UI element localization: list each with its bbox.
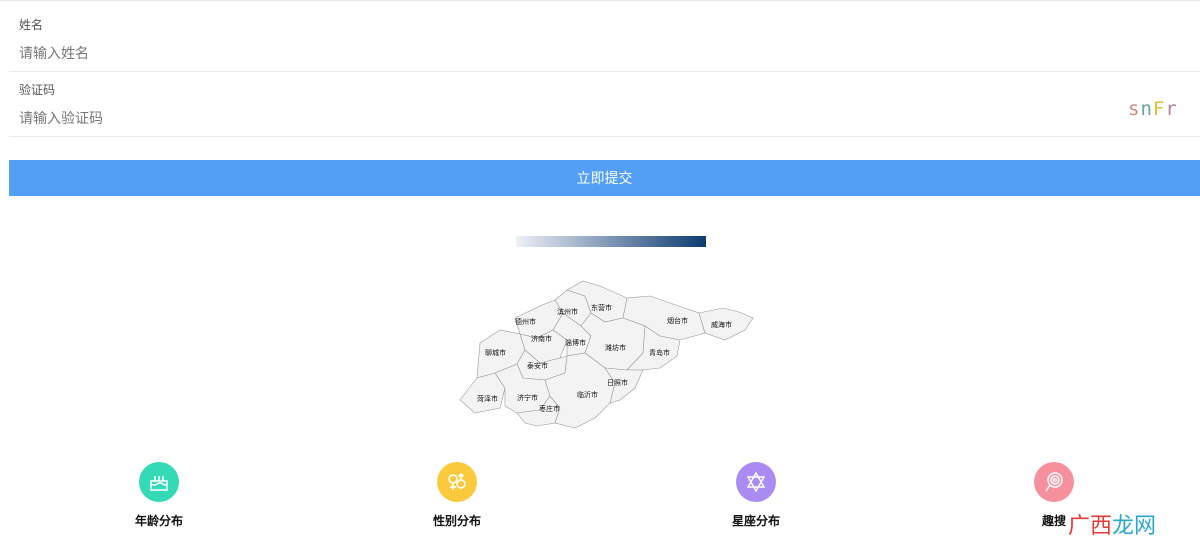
map-label-zibo: 淄博市	[565, 338, 586, 347]
captcha-image[interactable]: snFr	[1128, 98, 1178, 120]
map-label-dongying: 东营市	[591, 303, 612, 312]
stat-icon-bg	[139, 462, 179, 502]
map-region-heze[interactable]	[459, 372, 506, 414]
watermark-part2: 龙网	[1112, 513, 1157, 538]
birthday-cake-icon	[150, 476, 168, 491]
stat-gender[interactable]: 性别分布	[397, 462, 517, 529]
captcha-char: r	[1165, 98, 1178, 120]
gender-icon	[448, 472, 466, 490]
stat-label: 星座分布	[731, 514, 780, 528]
stat-constellation[interactable]: 星座分布	[696, 462, 816, 529]
watermark-part1: 广西	[1068, 513, 1113, 538]
stat-label: 性别分布	[432, 514, 481, 528]
map-label-linyi: 临沂市	[577, 390, 598, 399]
name-label: 姓名	[19, 18, 44, 32]
map-label-jining: 济宁市	[517, 393, 538, 402]
map-label-taian: 泰安市	[527, 361, 548, 370]
stat-icon-bg	[1034, 462, 1074, 502]
map-label-jinan: 济南市	[531, 334, 552, 343]
site-watermark: 广西龙网	[1068, 508, 1156, 540]
map-label-dezhou: 德州市	[515, 317, 536, 326]
star-of-david-icon	[746, 471, 766, 493]
lollipop-icon	[1045, 472, 1063, 492]
map-label-rizhao: 日照市	[607, 378, 628, 387]
map-label-weifang: 潍坊市	[605, 343, 626, 352]
code-label: 验证码	[19, 83, 56, 97]
code-input[interactable]	[19, 108, 919, 128]
submit-button[interactable]: 立即提交	[9, 160, 1200, 196]
map-label-yantai: 烟台市	[667, 316, 688, 325]
stat-age[interactable]: 年龄分布	[99, 462, 219, 529]
map-label-liaocheng: 聊城市	[485, 348, 506, 357]
shandong-map: 德州市 滨州市 东营市烟台市 威海市济南市 淄博市潍坊市聊城市 青岛市泰安市日照市菏泽市 济…	[459, 280, 754, 429]
map-label-zaozhuang: 枣庄市	[539, 404, 560, 413]
map-label-qingdao: 青岛市	[649, 348, 670, 357]
captcha-char: n	[1140, 98, 1153, 120]
name-input[interactable]	[19, 43, 919, 63]
map-label-weihai: 威海市	[711, 320, 732, 329]
divider-code	[9, 136, 1200, 137]
divider-name	[9, 71, 1200, 72]
map-label-heze: 菏泽市	[477, 394, 498, 403]
captcha-char: s	[1128, 98, 1141, 120]
stat-label: 年龄分布	[134, 514, 183, 528]
stat-icon-bg	[437, 462, 477, 502]
stat-icon-bg	[736, 462, 776, 502]
map-label-binzhou: 滨州市	[557, 307, 578, 316]
top-border	[0, 0, 1200, 1]
map-legend-gradient	[516, 236, 706, 247]
captcha-char: F	[1152, 98, 1166, 120]
